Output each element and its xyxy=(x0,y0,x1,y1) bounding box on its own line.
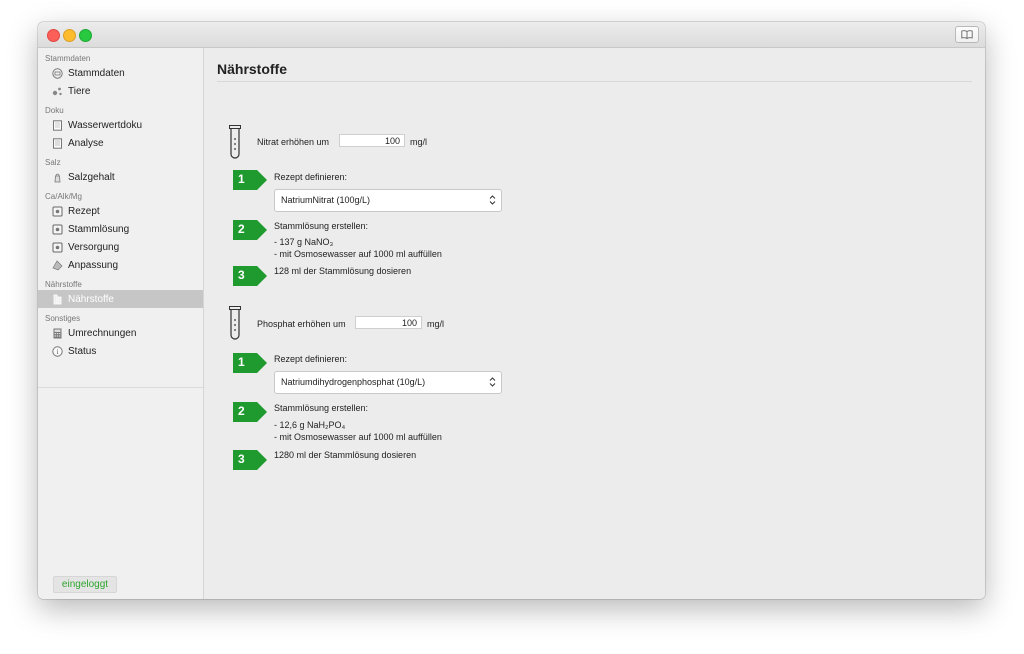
sidebar-item-label: Stammdaten xyxy=(68,67,125,79)
drawer-icon xyxy=(51,67,63,79)
nitrat-amount-input[interactable]: 100 xyxy=(339,134,405,147)
sidebar-section-title: Stammdaten xyxy=(45,54,91,63)
sidebar-item-rezept[interactable]: Rezept xyxy=(38,202,203,220)
main-content: Nährstoffe Nitrat erhöhen um 100 mg/l 1 … xyxy=(204,48,985,599)
sidebar-item-label: Rezept xyxy=(68,205,100,217)
page-title: Nährstoffe xyxy=(217,61,288,77)
step-badge-3: 3 xyxy=(233,450,267,470)
notebook-icon xyxy=(51,137,63,149)
salt-icon xyxy=(51,171,63,183)
svg-text:i: i xyxy=(56,348,58,356)
recipe-line: - 137 g NaNO₃ xyxy=(274,237,334,247)
sidebar-section-title: Nährstoffe xyxy=(45,280,82,289)
sidebar-item-anpassung[interactable]: Anpassung xyxy=(38,256,203,274)
phosphat-amount-input[interactable]: 100 xyxy=(355,316,422,329)
sidebar-item-label: Salzgehalt xyxy=(68,171,115,183)
sidebar-item-versorgung[interactable]: Versorgung xyxy=(38,238,203,256)
step-label: 1280 ml der Stammlösung dosieren xyxy=(274,450,417,460)
recipe-icon xyxy=(51,223,63,235)
test-tube-icon xyxy=(229,125,241,159)
step-badge-2: 2 xyxy=(233,220,267,240)
sidebar-item-tiere[interactable]: Tiere xyxy=(38,82,203,100)
sidebar-section-title: Doku xyxy=(45,106,64,115)
info-icon: i xyxy=(51,345,63,357)
phosphat-label: Phosphat erhöhen um xyxy=(257,319,346,329)
sidebar-item-umrechnungen[interactable]: Umrechnungen xyxy=(38,324,203,342)
sidebar: Stammdaten Stammdaten Tiere Doku Wasserw… xyxy=(38,48,204,599)
step-badge-3: 3 xyxy=(233,266,267,286)
sidebar-item-stammloesung[interactable]: Stammlösung xyxy=(38,220,203,238)
sidebar-section-title: Salz xyxy=(45,158,61,167)
sidebar-item-label: Umrechnungen xyxy=(68,327,137,339)
test-tube-icon xyxy=(229,306,241,340)
step-number: 2 xyxy=(238,404,245,418)
adjust-icon xyxy=(51,259,63,271)
recipe-line: - mit Osmosewasser auf 1000 ml auffüllen xyxy=(274,249,442,259)
select-value: NatriumNitrat (100g/L) xyxy=(281,195,371,205)
notebook-icon xyxy=(51,119,63,131)
step-number: 1 xyxy=(238,172,245,186)
login-status-button[interactable]: eingeloggt xyxy=(53,576,117,593)
sidebar-item-analyse[interactable]: Analyse xyxy=(38,134,203,152)
step-badge-1: 1 xyxy=(233,170,267,190)
title-divider xyxy=(217,81,972,82)
step-number: 2 xyxy=(238,222,245,236)
step-number: 3 xyxy=(238,268,245,282)
recipe-icon xyxy=(51,205,63,217)
phosphat-unit: mg/l xyxy=(427,319,445,329)
nitrat-unit: mg/l xyxy=(410,137,428,147)
chevron-updown-icon xyxy=(489,377,496,387)
sidebar-divider xyxy=(38,387,203,388)
minimize-window-button[interactable] xyxy=(63,29,76,42)
step-badge-1: 1 xyxy=(233,353,267,373)
nitrat-label: Nitrat erhöhen um xyxy=(257,137,330,147)
sidebar-item-wasserwertdoku[interactable]: Wasserwertdoku xyxy=(38,116,203,134)
chevron-updown-icon xyxy=(489,195,496,205)
step-label: Rezept definieren: xyxy=(274,172,348,182)
sidebar-item-label: Status xyxy=(68,345,97,357)
step-number: 1 xyxy=(238,355,245,369)
sidebar-section-title: Sonstiges xyxy=(45,314,81,323)
nitrat-recipe-select[interactable]: NatriumNitrat (100g/L) xyxy=(274,189,502,212)
step-label: Rezept definieren: xyxy=(274,354,348,364)
recipe-icon xyxy=(51,241,63,253)
step-label: 128 ml der Stammlösung dosieren xyxy=(274,266,412,276)
close-window-button[interactable] xyxy=(47,29,60,42)
book-icon xyxy=(961,30,973,39)
nutrient-icon xyxy=(51,293,63,305)
sidebar-item-naehrstoffe[interactable]: Nährstoffe xyxy=(38,290,203,308)
phosphat-recipe-select[interactable]: Natriumdihydrogenphosphat (10g/L) xyxy=(274,371,502,394)
step-number: 3 xyxy=(238,452,245,466)
sidebar-section-title: Ca/Alk/Mg xyxy=(45,192,82,201)
sidebar-item-label: Anpassung xyxy=(68,259,119,271)
app-window: Stammdaten Stammdaten Tiere Doku Wasserw… xyxy=(38,22,985,599)
sidebar-item-label: Stammlösung xyxy=(68,223,130,235)
sidebar-item-label: Tiere xyxy=(68,85,91,97)
select-value: Natriumdihydrogenphosphat (10g/L) xyxy=(281,377,426,387)
recipe-line: - 12,6 g NaH₂PO₄ xyxy=(274,420,346,430)
recipe-line: - mit Osmosewasser auf 1000 ml auffüllen xyxy=(274,432,442,442)
step-label: Stammlösung erstellen: xyxy=(274,221,369,231)
step-badge-2: 2 xyxy=(233,402,267,422)
zoom-window-button[interactable] xyxy=(79,29,92,42)
sidebar-item-label: Nährstoffe xyxy=(68,293,114,305)
animals-icon xyxy=(51,85,63,97)
help-book-button[interactable] xyxy=(955,26,979,43)
step-label: Stammlösung erstellen: xyxy=(274,403,369,413)
sidebar-item-salzgehalt[interactable]: Salzgehalt xyxy=(38,168,203,186)
sidebar-item-label: Versorgung xyxy=(68,241,120,253)
sidebar-item-status[interactable]: i Status xyxy=(38,342,203,360)
titlebar xyxy=(38,22,985,65)
sidebar-item-label: Analyse xyxy=(68,137,104,149)
sidebar-item-label: Wasserwertdoku xyxy=(68,119,143,131)
calculator-icon xyxy=(51,327,63,339)
sidebar-item-stammdaten[interactable]: Stammdaten xyxy=(38,64,203,82)
